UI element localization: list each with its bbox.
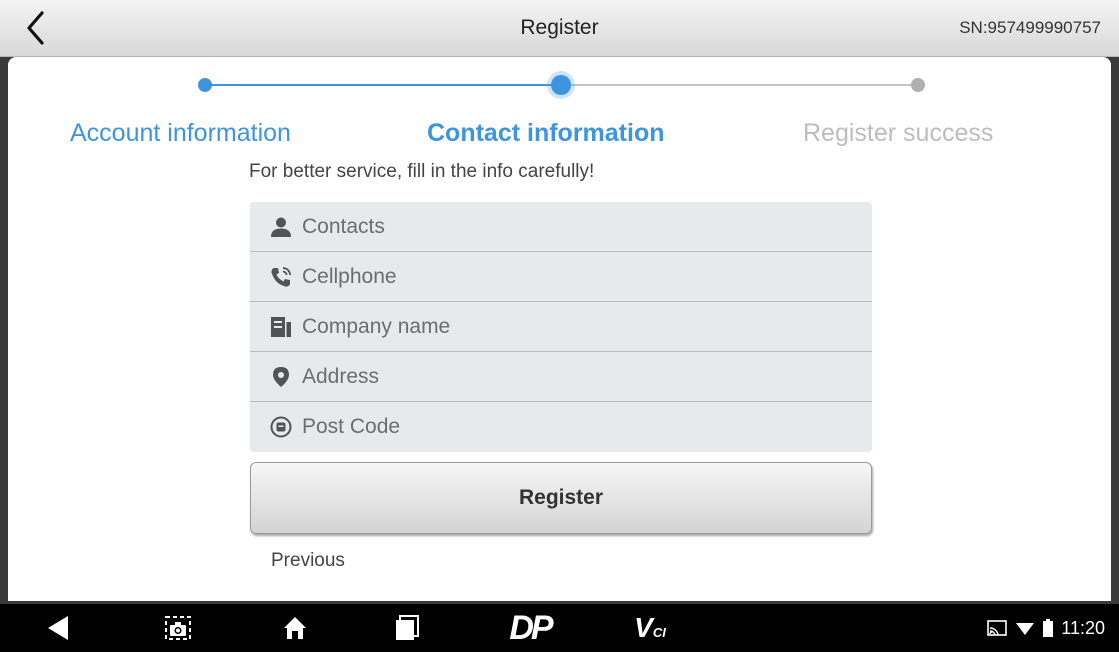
mailbox-icon	[270, 416, 292, 438]
step-dot-contact	[551, 75, 571, 95]
vci-logo: VCI	[634, 612, 666, 644]
step-dot-account	[198, 78, 212, 92]
vci-logo-ci: CI	[652, 625, 666, 640]
contacts-field	[250, 202, 872, 252]
nav-back-button[interactable]	[38, 604, 78, 652]
company-name-input[interactable]	[302, 314, 842, 339]
phone-icon	[270, 266, 292, 288]
nav-screenshot-button[interactable]	[158, 604, 198, 652]
form-instructions: For better service, fill in the info car…	[249, 161, 595, 182]
post-code-field	[250, 402, 872, 452]
contact-form	[250, 202, 872, 452]
nav-recent-apps-button[interactable]	[387, 604, 427, 652]
register-panel: Account information Contact information …	[8, 57, 1111, 601]
vci-logo-v: V	[634, 612, 653, 643]
clock: 11:20	[1061, 617, 1105, 638]
nav-vci-button[interactable]: VCI	[625, 604, 675, 652]
register-button[interactable]: Register	[250, 462, 872, 534]
post-code-input[interactable]	[302, 415, 842, 439]
step-dot-success	[911, 78, 925, 92]
address-input[interactable]	[302, 364, 842, 389]
location-pin-icon	[270, 366, 292, 388]
nav-home-button[interactable]	[275, 604, 315, 652]
serial-number: SN:957499990757	[959, 18, 1101, 37]
step-label-account: Account information	[70, 119, 291, 147]
cast-icon	[987, 620, 1008, 636]
company-field	[250, 302, 872, 352]
dp-logo: DP	[509, 608, 553, 647]
previous-link[interactable]: Previous	[271, 550, 345, 572]
person-icon	[270, 216, 292, 238]
battery-icon	[1043, 619, 1054, 637]
step-label-success: Register success	[803, 119, 994, 147]
back-triangle-icon	[48, 616, 68, 640]
page-title: Register	[520, 16, 599, 39]
home-icon	[284, 617, 306, 639]
step-connector-done	[205, 84, 561, 86]
address-field	[250, 352, 872, 402]
nav-dp-button[interactable]: DP	[500, 604, 560, 652]
recent-apps-icon	[396, 615, 419, 640]
step-connector-pending	[561, 84, 918, 86]
cellphone-field	[250, 252, 872, 302]
title-bar: Register SN:957499990757	[0, 0, 1119, 57]
navigation-bar: DP VCI 11:20	[0, 604, 1119, 652]
screenshot-icon	[165, 616, 191, 640]
status-area: 11:20	[987, 604, 1105, 652]
building-icon	[270, 316, 292, 338]
step-label-contact: Contact information	[427, 119, 665, 147]
contacts-input[interactable]	[302, 214, 842, 239]
cellphone-input[interactable]	[302, 264, 842, 289]
wifi-icon	[1016, 623, 1035, 635]
